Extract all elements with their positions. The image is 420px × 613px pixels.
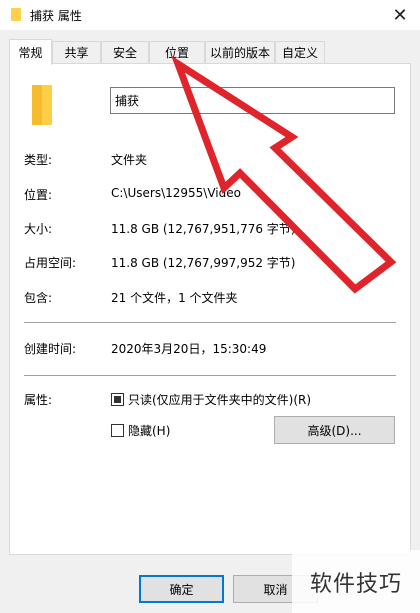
divider	[24, 322, 396, 323]
disk-size-label: 占用空间:	[24, 256, 77, 270]
close-button[interactable]: ✕	[380, 0, 420, 30]
tab-general[interactable]: 常规	[9, 39, 52, 65]
tab-customize[interactable]: 自定义	[275, 41, 325, 63]
readonly-checkbox[interactable]	[111, 393, 124, 406]
advanced-button[interactable]: 高级(D)...	[274, 416, 395, 444]
tab-security[interactable]: 安全	[101, 41, 149, 63]
readonly-label: 只读(仅应用于文件夹中的文件)(R)	[128, 393, 312, 407]
tab-previous-versions[interactable]: 以前的版本	[205, 41, 275, 63]
folder-icon	[32, 85, 52, 125]
location-value: C:\Users\12955\Video	[111, 186, 241, 200]
type-label: 类型:	[24, 153, 53, 167]
attributes-label: 属性:	[24, 393, 53, 407]
divider	[24, 375, 396, 376]
tab-location[interactable]: 位置	[149, 41, 205, 63]
location-label: 位置:	[24, 188, 53, 202]
general-panel: 类型: 文件夹 位置: C:\Users\12955\Video 大小: 11.…	[9, 63, 411, 555]
size-value: 11.8 GB (12,767,951,776 字节)	[111, 222, 296, 236]
title-bar: 捕获 属性 ✕	[0, 0, 420, 30]
ok-button[interactable]: 确定	[139, 575, 224, 603]
window-title: 捕获 属性	[30, 9, 82, 23]
created-label: 创建时间:	[24, 342, 77, 356]
contains-label: 包含:	[24, 291, 53, 305]
type-value: 文件夹	[111, 153, 148, 167]
watermark: 软件技巧	[292, 550, 420, 613]
contains-value: 21 个文件，1 个文件夹	[111, 291, 238, 305]
hidden-label: 隐藏(H)	[128, 424, 171, 438]
hidden-checkbox[interactable]	[111, 424, 124, 437]
tab-sharing[interactable]: 共享	[52, 41, 101, 63]
size-label: 大小:	[24, 222, 53, 236]
created-value: 2020年3月20日，15:30:49	[111, 342, 267, 356]
disk-size-value: 11.8 GB (12,767,997,952 字节)	[111, 256, 296, 270]
folder-name-input[interactable]	[110, 87, 395, 114]
folder-icon	[11, 8, 21, 21]
